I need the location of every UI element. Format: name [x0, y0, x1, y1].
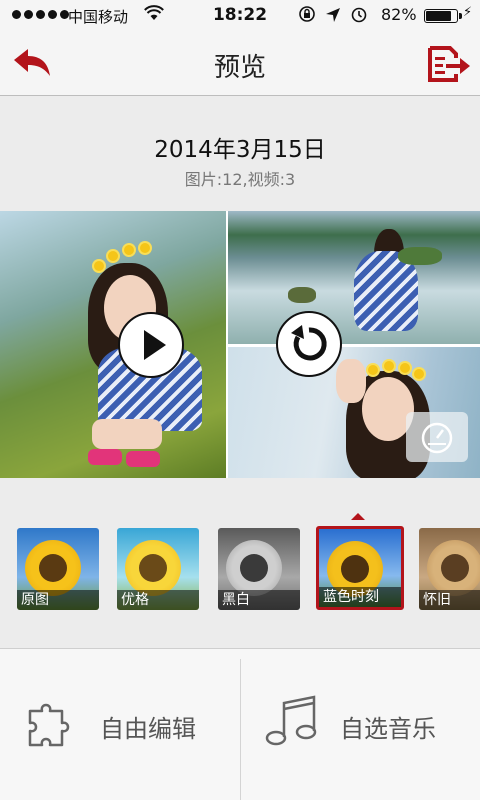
media-counts: 图片:12,视频:3	[184, 170, 296, 189]
rotation-lock-icon	[299, 6, 315, 22]
music-note-icon	[265, 695, 317, 746]
alarm-icon	[351, 7, 366, 23]
flower-crown	[94, 261, 104, 271]
filter-blue-hour[interactable]: 蓝色时刻	[316, 526, 404, 610]
flower-crown	[414, 369, 424, 379]
navigation-bar: 预览	[0, 32, 480, 96]
rotate-button[interactable]	[276, 311, 342, 377]
photo-collage[interactable]	[0, 211, 480, 478]
bottom-actions: 自由编辑 自选音乐	[0, 648, 480, 800]
flower-crown	[368, 365, 378, 375]
puzzle-icon	[28, 703, 70, 747]
choose-music-button[interactable]: 自选音乐	[262, 689, 472, 759]
flower-crown	[400, 363, 410, 373]
photo-sandal	[126, 451, 160, 467]
filter-label: 原图	[17, 590, 99, 610]
play-button[interactable]	[118, 312, 184, 378]
filter-strip[interactable]: 原图 优格 黑白 蓝色时刻 怀旧	[0, 520, 480, 612]
export-icon	[428, 46, 470, 82]
free-edit-label: 自由编辑	[100, 715, 196, 743]
status-bar: 中国移动 18:22 82% ⚡	[0, 0, 480, 32]
choose-music-label: 自选音乐	[340, 715, 436, 743]
flower-crown	[124, 245, 134, 255]
filter-label: 蓝色时刻	[319, 587, 401, 607]
photo-left[interactable]	[0, 211, 226, 478]
flower-crown	[108, 251, 118, 261]
filter-label: 优格	[117, 590, 199, 610]
rotate-icon	[291, 325, 327, 361]
filter-label: 怀旧	[419, 590, 480, 610]
playback-speed-button[interactable]	[406, 412, 468, 462]
flower-crown	[384, 361, 394, 371]
filter-yoghurt[interactable]: 优格	[117, 528, 199, 610]
battery-icon	[424, 9, 462, 23]
selected-filter-indicator	[351, 513, 365, 520]
status-icons	[298, 5, 368, 27]
free-edit-button[interactable]: 自由编辑	[22, 689, 232, 759]
export-button[interactable]	[424, 44, 472, 84]
flower-crown	[140, 243, 150, 253]
photo-top-right[interactable]	[228, 211, 480, 344]
page-title: 预览	[213, 53, 266, 83]
album-date: 2014年3月15日	[154, 137, 326, 163]
photo-sandal	[88, 449, 122, 465]
photo-rock	[288, 287, 316, 303]
filter-nostalgia[interactable]: 怀旧	[419, 528, 480, 610]
filter-label: 黑白	[218, 590, 300, 610]
filter-original[interactable]: 原图	[17, 528, 99, 610]
charging-icon: ⚡	[463, 5, 473, 20]
battery-percent: 82%	[381, 5, 417, 24]
photo-rock	[398, 247, 442, 265]
location-icon	[325, 8, 340, 22]
photo-subject-hand	[336, 359, 366, 403]
filter-black-white[interactable]: 黑白	[218, 528, 300, 610]
photo-subject-legs	[92, 419, 162, 449]
play-icon	[144, 330, 166, 360]
action-divider	[240, 659, 241, 800]
speedometer-icon	[421, 422, 453, 454]
